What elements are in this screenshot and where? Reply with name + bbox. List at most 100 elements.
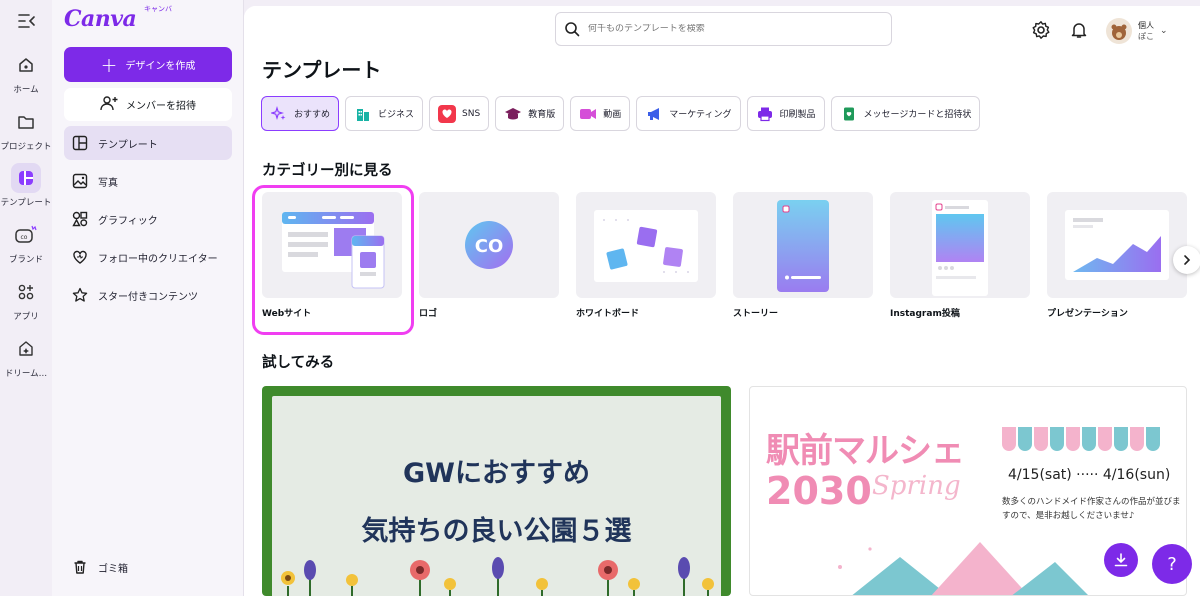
nav-item-templates[interactable]: テンプレート [64, 126, 232, 160]
nav-label: グラフィック [98, 215, 158, 227]
nav-item-following-creators[interactable]: フォロー中のクリエイター [64, 240, 232, 274]
rail-item-templates[interactable]: テンプレート [0, 163, 52, 208]
search-input[interactable] [588, 24, 868, 34]
nav-item-graphics[interactable]: グラフィック [64, 202, 232, 236]
sparkle-icon [270, 105, 288, 123]
category-card-logo[interactable]: CO ロゴ [419, 192, 559, 319]
category-card-presentation[interactable]: プレゼンテーション [1047, 192, 1187, 319]
tents-illustration [838, 542, 1088, 595]
chip-label: ビジネス [378, 110, 415, 120]
chip-sns[interactable]: SNS [429, 96, 490, 131]
top-bar: 個人 ぽこ ⌄ [244, 6, 1200, 52]
card-spring-script: Spring [872, 471, 961, 501]
account-menu[interactable]: 個人 ぽこ ⌄ [1106, 17, 1190, 45]
chip-print[interactable]: 印刷製品 [746, 96, 825, 131]
chip-recommended[interactable]: おすすめ [261, 96, 340, 131]
template-icon [11, 163, 41, 193]
story-thumbnail [733, 192, 873, 298]
awning-decoration [1002, 427, 1160, 451]
nav-label: スター付きコンテンツ [98, 291, 198, 303]
logo-subtitle: キャンバ [144, 5, 172, 13]
collapse-menu-icon[interactable] [17, 12, 37, 30]
chip-marketing[interactable]: マーケティング [636, 96, 741, 131]
card-canvas: GWにおすすめ 気持ちの良い公園５選 [272, 396, 721, 596]
logo-thumb-text: CO [475, 236, 504, 257]
nav-label: フォロー中のクリエイター [98, 253, 218, 265]
help-icon: ? [1167, 553, 1177, 575]
rail-label: ホーム [13, 85, 39, 95]
graduation-cap-icon [504, 105, 522, 123]
chip-business[interactable]: ビジネス [345, 96, 424, 131]
help-button[interactable]: ? [1152, 544, 1192, 584]
category-label: Webサイト [262, 309, 312, 319]
card-headline: 駅前マルシェ [766, 431, 965, 471]
rail-item-brand[interactable]: co ブランド [0, 220, 52, 265]
category-card-story[interactable]: ストーリー [733, 192, 873, 319]
notifications-button[interactable] [1068, 19, 1090, 41]
chip-label: SNS [462, 108, 481, 119]
rail-label: アプリ [13, 312, 39, 322]
create-design-label: デザインを作成 [125, 61, 196, 72]
nav-item-trash[interactable]: ゴミ箱 [64, 550, 232, 584]
photo-icon [72, 173, 88, 189]
chip-label: メッセージカードと招待状 [863, 110, 972, 120]
chip-cards-invitations[interactable]: メッセージカードと招待状 [830, 96, 981, 131]
search-icon [565, 22, 580, 37]
brand-icon: co [11, 220, 41, 250]
account-type: 個人 [1138, 21, 1154, 30]
video-camera-icon [579, 105, 597, 123]
avatar [1106, 18, 1132, 44]
website-thumbnail [262, 192, 402, 298]
category-card-instagram-post[interactable]: Instagram投稿 [890, 192, 1030, 319]
card-subheadline: 気持ちの良い公園５選 [361, 516, 632, 547]
category-card-website[interactable]: Webサイト [252, 185, 414, 335]
nav-item-photos[interactable]: 写真 [64, 164, 232, 198]
nav-item-starred[interactable]: スター付きコンテンツ [64, 278, 232, 312]
invite-label: メンバーを招待 [126, 101, 196, 112]
rail-item-home[interactable]: ホーム [0, 50, 52, 95]
download-button[interactable] [1104, 543, 1138, 577]
rail-label: ドリーム… [4, 369, 48, 379]
search-box[interactable] [555, 12, 892, 46]
chevron-right-icon [1184, 255, 1191, 265]
invite-members-button[interactable]: メンバーを招待 [64, 88, 232, 121]
whiteboard-thumbnail [576, 192, 716, 298]
chip-label: マーケティング [669, 110, 732, 120]
star-icon [72, 287, 88, 302]
apps-icon [11, 277, 41, 307]
section-title-categories: カテゴリー別に見る [262, 163, 393, 179]
nav-label: 写真 [98, 177, 118, 189]
rail-item-apps[interactable]: アプリ [0, 277, 52, 322]
main-content: 個人 ぽこ ⌄ テンプレート おすすめ ビジネス SNS 教育版 動画 [244, 6, 1200, 596]
heart-badge-icon [438, 104, 457, 123]
chevron-down-icon: ⌄ [1160, 26, 1168, 36]
chip-label: 動画 [603, 110, 622, 120]
account-name: ぽこ [1138, 32, 1154, 41]
chip-label: 印刷製品 [779, 110, 816, 120]
printer-icon [756, 105, 774, 123]
category-card-whiteboard[interactable]: ホワイトボード [576, 192, 716, 319]
dream-icon [11, 334, 41, 364]
rail-item-projects[interactable]: プロジェクト [0, 107, 52, 152]
flowers-illustration [281, 557, 714, 596]
category-label: ストーリー [733, 309, 779, 319]
carousel-next-button[interactable] [1173, 246, 1200, 274]
trash-icon [74, 560, 86, 574]
card-icon [840, 105, 858, 123]
download-icon [1114, 553, 1128, 567]
rail-item-dream[interactable]: ドリーム… [0, 334, 52, 379]
rail-label: ブランド [8, 255, 43, 265]
chip-education[interactable]: 教育版 [495, 96, 565, 131]
home-icon [11, 50, 41, 80]
template-card-gw-parks[interactable]: GWにおすすめ 気持ちの良い公園５選 [262, 386, 731, 596]
page-title: テンプレート [262, 58, 382, 82]
canva-logo[interactable]: Canva [64, 6, 137, 32]
card-year: 2030 [766, 469, 872, 513]
heart-icon [73, 250, 87, 264]
rail-label: テンプレート [0, 198, 52, 208]
create-design-button[interactable]: + デザインを作成 [64, 47, 232, 82]
settings-button[interactable] [1030, 19, 1052, 41]
chip-video[interactable]: 動画 [570, 96, 631, 131]
category-carousel: Webサイト CO ロゴ ホワイトボード ストーリー Instagram投稿 プ… [252, 185, 1200, 335]
megaphone-icon [645, 105, 663, 123]
